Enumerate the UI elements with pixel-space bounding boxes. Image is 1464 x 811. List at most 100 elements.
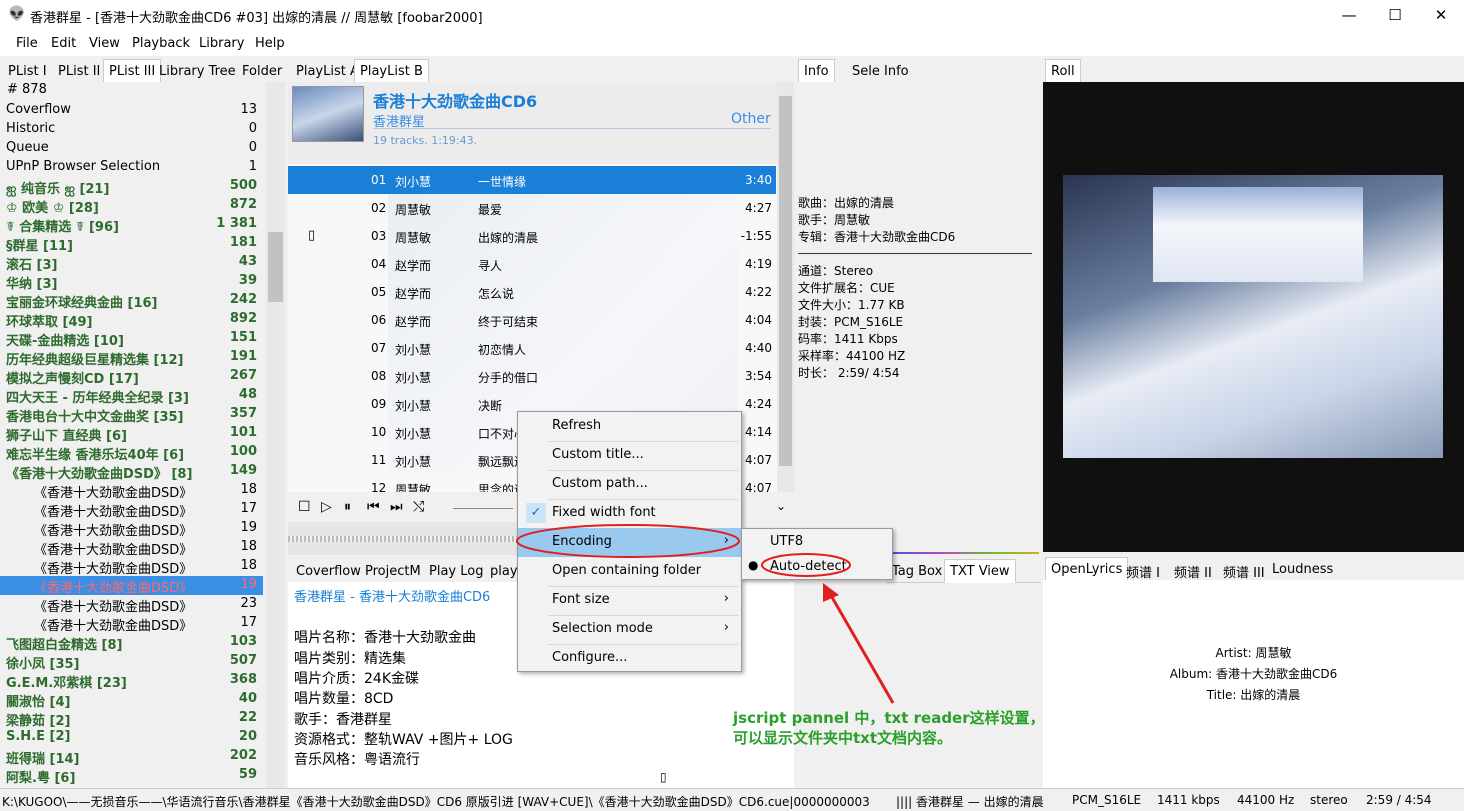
playlist-item[interactable]: 班得瑞 [14] 202 <box>0 747 263 767</box>
menu-item-fixed-width-font[interactable]: ✓ Fixed width font <box>518 499 741 528</box>
playlist-item[interactable]: 飞图超白金精选 [8] 103 <box>0 633 263 653</box>
menu-item-configure[interactable]: Configure... <box>518 644 741 673</box>
menu-item-label: Refresh <box>552 418 602 433</box>
album-divider <box>373 128 771 129</box>
submenu-item-utf8[interactable]: UTF8 <box>742 529 892 554</box>
playlist-item[interactable]: 狮子山下 直经典 [6] 101 <box>0 424 263 444</box>
tab-coverflow[interactable]: Coverflow <box>290 559 367 583</box>
tab-plist-2[interactable]: PList II <box>52 59 106 83</box>
next-icon[interactable]: ⏭ <box>390 499 403 515</box>
playlist-item[interactable]: 历年经典超级巨星精选集 [12] 191 <box>0 348 263 368</box>
playlist-item[interactable]: 《香港十大劲歌金曲DSD》 18 <box>0 557 263 577</box>
playlist-item[interactable]: 四大天王 - 历年经典全纪录 [3] 48 <box>0 386 263 406</box>
tab-tag-box[interactable]: Tag Box <box>886 559 948 583</box>
tab-txt-view[interactable]: TXT View <box>944 559 1016 583</box>
tab-spectrum-1[interactable]: 频谱 I <box>1120 557 1166 581</box>
playlist-item[interactable]: 环球萃取 [49] 892 <box>0 310 263 330</box>
track-row[interactable]: 04 赵学而 寻人 4:19 <box>288 250 776 278</box>
tab-folder[interactable]: Folder <box>236 59 288 83</box>
playlist-item[interactable]: 《香港十大劲歌金曲DSD》 19 <box>0 519 263 539</box>
play-icon[interactable]: ▷ <box>321 499 332 515</box>
playlist-item[interactable]: 天碟-金曲精选 [10] 151 <box>0 329 263 349</box>
playlist-item[interactable]: 梁静茹 [2] 22 <box>0 709 263 729</box>
window-title: 香港群星 - [香港十大劲歌金曲CD6 #03] 出嫁的清晨 // 周慧敏 [f… <box>30 11 483 26</box>
playlist-scrollbar-thumb[interactable] <box>779 96 792 466</box>
playlist-item[interactable]: 關淑怡 [4] 40 <box>0 690 263 710</box>
lyric-tabbar: OpenLyrics 频谱 I 频谱 II 频谱 III Loudness <box>1043 555 1464 581</box>
playlist-item[interactable]: 华纳 [3] 39 <box>0 272 263 292</box>
menu-item-open-folder[interactable]: Open containing folder <box>518 557 741 586</box>
close-button[interactable]: ✕ <box>1418 0 1464 30</box>
tab-playlist-b[interactable]: PlayList B <box>354 59 429 83</box>
track-row[interactable]: 03 周慧敏 出嫁的清晨 -1:55 <box>288 222 776 250</box>
playlist-item[interactable]: 《香港十大劲歌金曲DSD》 17 <box>0 500 263 520</box>
menu-file[interactable]: File <box>16 36 38 51</box>
playlist-item[interactable]: UPnP Browser Selection 1 <box>0 158 263 177</box>
track-row[interactable]: 06 赵学而 终于可结束 4:04 <box>288 306 776 334</box>
minimize-button[interactable]: — <box>1326 0 1372 30</box>
seek-bar[interactable] <box>453 508 513 509</box>
playlist-item[interactable]: 香港电台十大中文金曲奖 [35] 357 <box>0 405 263 425</box>
menu-item-font-size[interactable]: Font size › <box>518 586 741 615</box>
track-row[interactable]: 01 刘小慧 一世情缘 3:40 <box>288 166 776 194</box>
playlist-item[interactable]: 《香港十大劲歌金曲DSD》 19 <box>0 576 263 596</box>
tab-loudness[interactable]: Loudness <box>1266 557 1339 581</box>
left-scrollbar[interactable] <box>266 82 285 788</box>
playlist-item[interactable]: 宝丽金环球经典金曲 [16] 242 <box>0 291 263 311</box>
tab-sele-info[interactable]: Sele Info <box>846 59 915 83</box>
playlist-item[interactable]: 《香港十大劲歌金曲DSD》 23 <box>0 595 263 615</box>
random-icon[interactable]: ⤭ <box>413 499 424 515</box>
track-row[interactable]: 02 周慧敏 最爱 4:27 <box>288 194 776 222</box>
playlist-item[interactable]: 难忘半生缘 香港乐坛40年 [6] 100 <box>0 443 263 463</box>
playlist-item[interactable]: Historic 0 <box>0 120 263 139</box>
playlist-item[interactable]: ஐ 纯音乐 ஐ [21] 500 <box>0 177 263 197</box>
tab-info[interactable]: Info <box>798 59 835 83</box>
tab-openlyrics[interactable]: OpenLyrics <box>1045 557 1129 581</box>
menu-help[interactable]: Help <box>255 36 285 51</box>
left-scrollbar-thumb[interactable] <box>268 232 283 302</box>
playlist-item[interactable]: Coverflow 13 <box>0 101 263 120</box>
menu-view[interactable]: View <box>89 36 120 51</box>
track-row[interactable]: 08 刘小慧 分手的借口 3:54 <box>288 362 776 390</box>
playlist-item[interactable]: 滚石 [3] 43 <box>0 253 263 273</box>
previous-icon[interactable]: ⏮ <box>367 499 380 515</box>
chevron-down-icon[interactable]: ⌄ <box>776 499 786 513</box>
status-time: 2:59 / 4:54 <box>1366 793 1432 807</box>
tab-spectrum-3[interactable]: 频谱 III <box>1217 557 1271 581</box>
playlist-scrollbar[interactable] <box>777 82 794 492</box>
playlist-item[interactable]: 阿梨.粤 [6] 59 <box>0 766 263 786</box>
stop-icon[interactable]: ☐ <box>298 499 311 515</box>
tab-projectm[interactable]: ProjectM <box>359 559 427 583</box>
tab-plist-1[interactable]: PList I <box>2 59 53 83</box>
playlist-item[interactable]: 《香港十大劲歌金曲DSD》 18 <box>0 481 263 501</box>
playlist-item[interactable]: ☤ 合集精选 ☤ [96] 1 381 <box>0 215 263 235</box>
playlist-item[interactable]: 徐小凤 [35] 507 <box>0 652 263 672</box>
submenu-item-auto-detect[interactable]: ● Auto-detect <box>742 554 892 579</box>
track-time: 4:27 <box>745 201 772 215</box>
track-row[interactable]: 05 赵学而 怎么说 4:22 <box>288 278 776 306</box>
menu-item-custom-title[interactable]: Custom title... <box>518 441 741 470</box>
playlist-item[interactable]: 《香港十大劲歌金曲DSD》 17 <box>0 614 263 634</box>
menu-item-encoding[interactable]: Encoding › <box>518 528 741 557</box>
maximize-button[interactable]: ☐ <box>1372 0 1418 30</box>
playlist-item[interactable]: §群星 [11] 181 <box>0 234 263 254</box>
playlist-item[interactable]: Queue 0 <box>0 139 263 158</box>
playlist-item[interactable]: S.H.E [2] 20 <box>0 728 263 747</box>
pause-icon[interactable]: ⏸ <box>344 499 351 515</box>
playlist-item[interactable]: 模拟之声慢刻CD [17] 267 <box>0 367 263 387</box>
menu-item-selection-mode[interactable]: Selection mode › <box>518 615 741 644</box>
menu-library[interactable]: Library <box>199 36 244 51</box>
menu-edit[interactable]: Edit <box>51 36 76 51</box>
tab-roll[interactable]: Roll <box>1045 59 1081 83</box>
menu-item-refresh[interactable]: Refresh <box>518 412 741 441</box>
playlist-item[interactable]: 《香港十大劲歌金曲DSD》 [8] 149 <box>0 462 263 482</box>
tab-library-tree[interactable]: Library Tree <box>153 59 242 83</box>
menu-playback[interactable]: Playback <box>132 36 190 51</box>
playlist-item[interactable]: G.E.M.邓紫棋 [23] 368 <box>0 671 263 691</box>
tab-spectrum-2[interactable]: 频谱 II <box>1168 557 1218 581</box>
menu-item-custom-path[interactable]: Custom path... <box>518 470 741 499</box>
playlist-item[interactable]: ♔ 欧美 ♔ [28] 872 <box>0 196 263 216</box>
playlist-item[interactable]: 《香港十大劲歌金曲DSD》 18 <box>0 538 263 558</box>
track-row[interactable]: 07 刘小慧 初恋情人 4:40 <box>288 334 776 362</box>
tab-play-log[interactable]: Play Log <box>423 559 489 583</box>
